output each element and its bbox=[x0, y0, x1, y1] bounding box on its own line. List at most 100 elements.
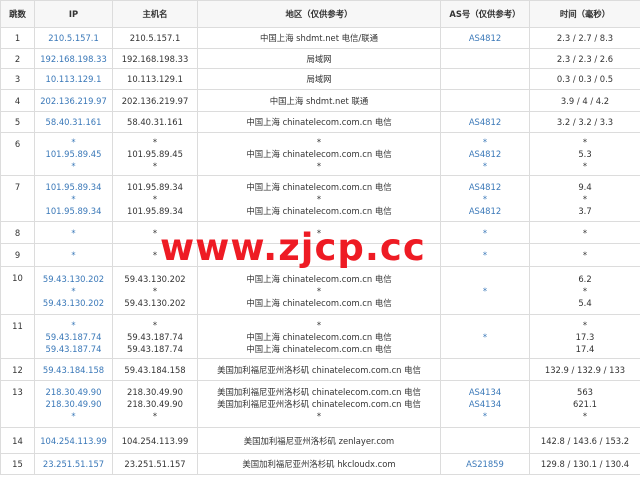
time-cell: 129.8 / 130.1 / 130.4 bbox=[529, 453, 640, 475]
ip-cell: 59.43.130.202 * 59.43.130.202 bbox=[34, 266, 113, 315]
time-cell: 9.4 * 3.7 bbox=[529, 175, 640, 222]
time-cell: 3.2 / 3.2 / 3.3 bbox=[529, 111, 640, 133]
ip-cell-line: 59.43.130.202 bbox=[42, 273, 105, 284]
ip-cell-line: * bbox=[71, 250, 76, 260]
region-cell-line: 美国加利福尼亚州洛杉矶 chinatelecom.com.cn 电信 bbox=[217, 387, 421, 397]
region-cell: 中国上海 shdmt.net 联通 bbox=[197, 89, 441, 112]
time-cell-line: * bbox=[582, 285, 588, 296]
region-cell-line: 局域网 bbox=[306, 53, 332, 64]
ip-cell-line: 192.168.198.33 bbox=[40, 53, 107, 64]
ip-cell-line: * bbox=[71, 319, 76, 330]
col-header-asn: AS号（仅供参考） bbox=[440, 0, 530, 28]
hostname-cell: * 59.43.187.74 59.43.187.74 bbox=[112, 314, 198, 359]
time-cell: 563 621.1 * bbox=[529, 380, 640, 428]
hostname-cell-line: 192.168.198.33 bbox=[121, 53, 189, 64]
hostname-cell-line: 59.43.187.74 bbox=[127, 331, 183, 342]
asn-cell-line bbox=[442, 73, 529, 85]
ip-cell-line: 101.95.89.45 bbox=[45, 149, 102, 159]
asn-cell bbox=[440, 427, 530, 454]
time-cell-line: 3.2 / 3.2 / 3.3 bbox=[556, 117, 614, 127]
ip-cell-line: 58.40.31.161 bbox=[45, 117, 102, 127]
ip-cell: * 59.43.187.74 59.43.187.74 bbox=[34, 314, 113, 359]
asn-cell: * bbox=[440, 221, 530, 244]
table-row: 9 * * * * * bbox=[0, 243, 640, 267]
hop-cell: 7 bbox=[0, 175, 35, 222]
asn-cell-line: * bbox=[482, 285, 488, 296]
table-row: 15 23.251.51.157 23.251.51.157 美国加利福尼亚州洛杉矶 … bbox=[0, 453, 640, 475]
hop-cell: 15 bbox=[0, 453, 35, 475]
time-cell: * 17.3 17.4 bbox=[529, 314, 640, 359]
time-cell-line: * bbox=[582, 411, 588, 421]
hostname-cell-line: 101.95.89.45 bbox=[127, 149, 183, 159]
hostname-cell: 104.254.113.99 bbox=[112, 427, 198, 454]
region-cell-line: * bbox=[316, 319, 322, 330]
time-cell: * 5.3 * bbox=[529, 132, 640, 176]
table-row: 13 218.30.49.90 218.30.49.90 * 218.30.49.90 2… bbox=[0, 380, 640, 428]
region-cell-line: 中国上海 chinatelecom.com.cn 电信 bbox=[246, 117, 392, 127]
ip-cell: 192.168.198.33 bbox=[34, 48, 113, 69]
hostname-cell: 192.168.198.33 bbox=[112, 48, 198, 69]
col-header-region: 地区（仅供参考） bbox=[197, 0, 441, 28]
asn-cell bbox=[440, 48, 530, 69]
asn-cell-line: * bbox=[482, 227, 488, 238]
asn-cell-line: AS4812 bbox=[468, 33, 502, 43]
region-cell-line: 美国加利福尼亚州洛杉矶 zenlayer.com bbox=[243, 435, 395, 446]
hostname-cell-line: 59.43.187.74 bbox=[127, 343, 183, 354]
region-cell: 局域网 bbox=[197, 68, 441, 90]
asn-cell: AS4812 bbox=[440, 111, 530, 133]
hop-cell: 4 bbox=[0, 89, 35, 112]
hop-cell: 6 bbox=[0, 132, 35, 176]
asn-cell: * bbox=[440, 266, 530, 315]
hostname-cell-line: * bbox=[152, 285, 158, 296]
hop-cell: 9 bbox=[0, 243, 35, 267]
time-cell-line: 17.3 bbox=[575, 331, 595, 342]
ip-cell: 10.113.129.1 bbox=[34, 68, 113, 90]
time-cell-line: * bbox=[582, 250, 588, 260]
asn-cell: AS4134 AS4134 * bbox=[440, 380, 530, 428]
hostname-cell-line: * bbox=[152, 411, 158, 421]
hop-cell: 3 bbox=[0, 68, 35, 90]
time-cell-line: * bbox=[582, 161, 588, 171]
hostname-cell: 23.251.51.157 bbox=[112, 453, 198, 475]
hostname-cell-line: * bbox=[152, 227, 158, 238]
ip-cell-line: 59.43.184.158 bbox=[42, 364, 105, 375]
region-cell: 局域网 bbox=[197, 48, 441, 69]
time-cell-line: 563 bbox=[577, 387, 593, 397]
hop-cell: 5 bbox=[0, 111, 35, 133]
ip-cell-line: 104.254.113.99 bbox=[40, 435, 107, 446]
col-header-hostname: 主机名 bbox=[112, 0, 198, 28]
hostname-cell-line: 58.40.31.161 bbox=[127, 117, 183, 127]
time-cell: * bbox=[529, 243, 640, 267]
hop-cell: 12 bbox=[0, 358, 35, 381]
region-cell-line: 中国上海 chinatelecom.com.cn 电信 bbox=[246, 331, 392, 342]
ip-cell-line: 59.43.130.202 bbox=[42, 297, 105, 308]
time-cell: 3.9 / 4 / 4.2 bbox=[529, 89, 640, 112]
region-cell: * 中国上海 chinatelecom.com.cn 电信 中国上海 chinate… bbox=[197, 314, 441, 359]
hostname-cell-line: * bbox=[152, 137, 158, 147]
time-cell-line: 2.3 / 2.7 / 8.3 bbox=[556, 33, 614, 43]
table-row: 3 10.113.129.1 10.113.129.1 局域网 0.3 / 0.3 / … bbox=[0, 68, 640, 90]
ip-cell: 104.254.113.99 bbox=[34, 427, 113, 454]
region-cell-line: * bbox=[316, 411, 322, 421]
ip-cell: 59.43.184.158 bbox=[34, 358, 113, 381]
time-cell-line: 3.9 / 4 / 4.2 bbox=[560, 95, 610, 106]
hostname-cell-line: 104.254.113.99 bbox=[121, 435, 189, 446]
ip-cell-line: * bbox=[71, 227, 76, 238]
region-cell: 中国上海 chinatelecom.com.cn 电信 * 中国上海 chinate… bbox=[197, 175, 441, 222]
region-cell-line: 中国上海 shdmt.net 联通 bbox=[269, 95, 369, 106]
asn-cell: AS4812 bbox=[440, 27, 530, 49]
region-cell-line: * bbox=[316, 193, 322, 204]
traceroute-table: 跳数 IP 主机名 地区（仅供参考） AS号（仅供参考） 时间（毫秒） 1 210… bbox=[0, 0, 640, 475]
time-cell-line: 142.8 / 143.6 / 153.2 bbox=[540, 435, 630, 446]
table-row: 10 59.43.130.202 * 59.43.130.202 59.43.130.2… bbox=[0, 266, 640, 315]
ip-cell-line: 218.30.49.90 bbox=[45, 399, 102, 409]
asn-cell: * bbox=[440, 314, 530, 359]
hostname-cell-line: 218.30.49.90 bbox=[127, 387, 183, 397]
hostname-cell-line: * bbox=[152, 319, 158, 330]
asn-cell-line: AS4812 bbox=[468, 181, 502, 192]
hostname-cell: 218.30.49.90 218.30.49.90 * bbox=[112, 380, 198, 428]
ip-cell-line: 202.136.219.97 bbox=[40, 95, 107, 106]
asn-cell-line: AS4134 bbox=[468, 399, 502, 409]
asn-cell: * AS4812 * bbox=[440, 132, 530, 176]
ip-cell-line: 59.43.187.74 bbox=[45, 343, 102, 354]
